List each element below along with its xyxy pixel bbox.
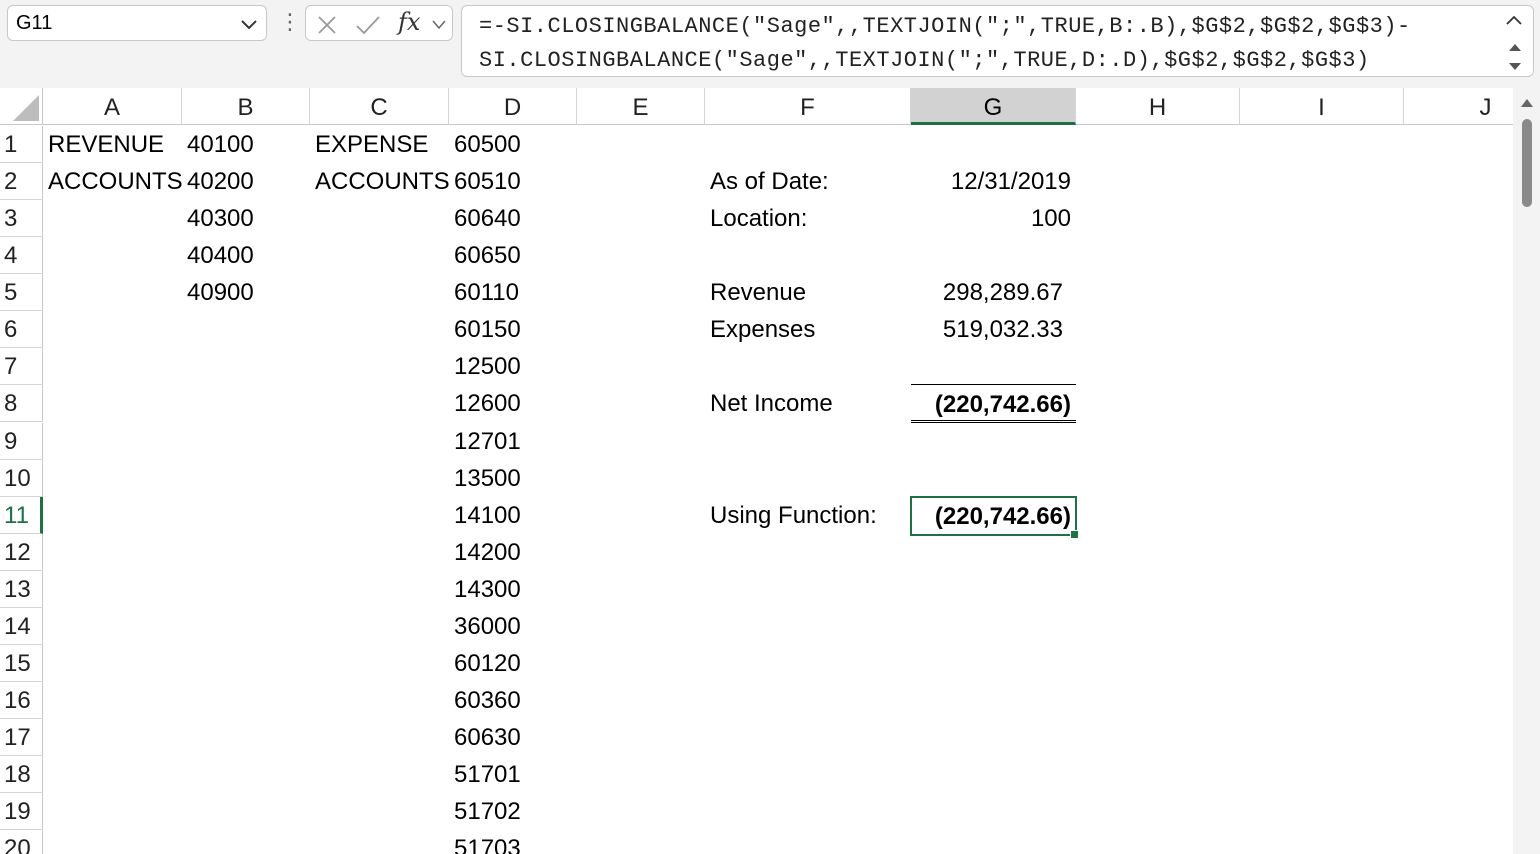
name-box[interactable]: G11 xyxy=(7,5,267,41)
row-header-17[interactable]: 17 xyxy=(0,719,43,756)
formula-controls: fx xyxy=(305,5,453,41)
row-header-19[interactable]: 19 xyxy=(0,793,43,830)
chevron-down-icon[interactable] xyxy=(432,20,446,30)
g8-double-underline xyxy=(911,420,1076,423)
column-header-h[interactable]: H xyxy=(1076,88,1240,125)
insert-function-button[interactable]: fx xyxy=(398,8,420,36)
cell-d16[interactable]: 60360 xyxy=(454,682,574,719)
row-header-3[interactable]: 3 xyxy=(0,200,43,237)
collapse-formula-bar-icon[interactable] xyxy=(1505,14,1523,26)
formula-scroll-icon[interactable] xyxy=(1507,42,1523,72)
row-header-20[interactable]: 20 xyxy=(0,830,43,854)
cell-d6[interactable]: 60150 xyxy=(454,311,574,348)
cell-g11[interactable]: (220,742.66) xyxy=(911,498,1071,535)
cell-d2[interactable]: 60510 xyxy=(454,163,574,200)
vertical-scrollbar[interactable] xyxy=(1513,88,1540,854)
cell-f8[interactable]: Net Income xyxy=(710,385,910,422)
cell-d12[interactable]: 14200 xyxy=(454,534,574,571)
cell-b2[interactable]: 40200 xyxy=(187,163,307,200)
row-header-10[interactable]: 10 xyxy=(0,460,43,497)
row-header-18[interactable]: 18 xyxy=(0,756,43,793)
column-header-f[interactable]: F xyxy=(705,88,911,125)
row-header-6[interactable]: 6 xyxy=(0,311,43,348)
fill-handle[interactable] xyxy=(1070,530,1079,539)
formula-input[interactable]: =-SI.CLOSINGBALANCE("Sage",,TEXTJOIN(";"… xyxy=(461,5,1534,77)
row-header-2[interactable]: 2 xyxy=(0,163,43,200)
formula-line-2: SI.CLOSINGBALANCE("Sage",,TEXTJOIN(";",T… xyxy=(479,48,1370,73)
cell-a1[interactable]: REVENUE xyxy=(48,126,182,163)
cell-f11[interactable]: Using Function: xyxy=(710,497,910,534)
cell-f2[interactable]: As of Date: xyxy=(710,163,910,200)
column-header-i[interactable]: I xyxy=(1240,88,1404,125)
column-header-d[interactable]: D xyxy=(449,88,577,125)
cell-d15[interactable]: 60120 xyxy=(454,645,574,682)
cell-d20[interactable]: 51703 xyxy=(454,830,574,854)
cell-f6[interactable]: Expenses xyxy=(710,311,910,348)
select-all-corner[interactable] xyxy=(0,88,43,125)
cell-g3[interactable]: 100 xyxy=(911,200,1071,237)
cell-d18[interactable]: 51701 xyxy=(454,756,574,793)
row-header-12[interactable]: 12 xyxy=(0,534,43,571)
cell-d4[interactable]: 60650 xyxy=(454,237,574,274)
cell-b5[interactable]: 40900 xyxy=(187,274,307,311)
column-header-g[interactable]: G xyxy=(911,88,1076,125)
column-header-e[interactable]: E xyxy=(577,88,705,125)
column-header-c[interactable]: C xyxy=(310,88,449,125)
row-header-13[interactable]: 13 xyxy=(0,571,43,608)
g8-top-border xyxy=(911,384,1076,385)
formula-line-1: =-SI.CLOSINGBALANCE("Sage",,TEXTJOIN(";"… xyxy=(479,14,1411,39)
cell-d19[interactable]: 51702 xyxy=(454,793,574,830)
cell-d7[interactable]: 12500 xyxy=(454,348,574,385)
more-options-icon[interactable]: ⋮ xyxy=(279,10,301,34)
name-box-value: G11 xyxy=(16,12,53,34)
row-header-16[interactable]: 16 xyxy=(0,682,43,719)
cell-g6[interactable]: 519,032.33 xyxy=(911,311,1063,348)
cell-c2[interactable]: ACCOUNTS xyxy=(315,163,450,200)
scrollbar-thumb[interactable] xyxy=(1522,119,1532,207)
cell-d9[interactable]: 12701 xyxy=(454,423,574,460)
cell-b1[interactable]: 40100 xyxy=(187,126,307,163)
cell-f5[interactable]: Revenue xyxy=(710,274,910,311)
cell-d8[interactable]: 12600 xyxy=(454,385,574,422)
row-header-7[interactable]: 7 xyxy=(0,348,43,385)
column-header-b[interactable]: B xyxy=(182,88,310,125)
cell-d10[interactable]: 13500 xyxy=(454,460,574,497)
row-header-14[interactable]: 14 xyxy=(0,608,43,645)
cell-a2[interactable]: ACCOUNTS xyxy=(48,163,183,200)
row-header-9[interactable]: 9 xyxy=(0,423,43,460)
cell-g8[interactable]: (220,742.66) xyxy=(911,386,1071,423)
cell-b3[interactable]: 40300 xyxy=(187,200,307,237)
column-header-a[interactable]: A xyxy=(43,88,182,125)
enter-check-icon[interactable] xyxy=(354,14,382,36)
row-header-1[interactable]: 1 xyxy=(0,126,43,163)
row-header-4[interactable]: 4 xyxy=(0,237,43,274)
cell-g2[interactable]: 12/31/2019 xyxy=(911,163,1071,200)
cancel-icon[interactable] xyxy=(316,14,338,36)
cell-d1[interactable]: 60500 xyxy=(454,126,574,163)
row-header-8[interactable]: 8 xyxy=(0,385,43,422)
row-header-5[interactable]: 5 xyxy=(0,274,43,311)
cell-d17[interactable]: 60630 xyxy=(454,719,574,756)
scroll-up-icon[interactable] xyxy=(1520,98,1534,108)
formula-bar-area: G11 ⋮ fx =-SI.CLOSINGBALANCE("Sage",,TEX… xyxy=(0,0,1540,88)
cell-g5[interactable]: 298,289.67 xyxy=(911,274,1063,311)
row-header-11[interactable]: 11 xyxy=(0,497,43,534)
cell-c1[interactable]: EXPENSE xyxy=(315,126,449,163)
cell-d14[interactable]: 36000 xyxy=(454,608,574,645)
worksheet-grid[interactable]: A B C D E F G H I J 1 2 3 4 5 6 7 8 9 10… xyxy=(0,88,1513,854)
chevron-down-icon[interactable] xyxy=(240,19,258,31)
cell-d3[interactable]: 60640 xyxy=(454,200,574,237)
cell-d11[interactable]: 14100 xyxy=(454,497,574,534)
cell-b4[interactable]: 40400 xyxy=(187,237,307,274)
cell-d13[interactable]: 14300 xyxy=(454,571,574,608)
cell-f3[interactable]: Location: xyxy=(710,200,910,237)
column-header-j[interactable]: J xyxy=(1404,88,1513,125)
row-header-15[interactable]: 15 xyxy=(0,645,43,682)
cell-d5[interactable]: 60110 xyxy=(454,274,574,311)
